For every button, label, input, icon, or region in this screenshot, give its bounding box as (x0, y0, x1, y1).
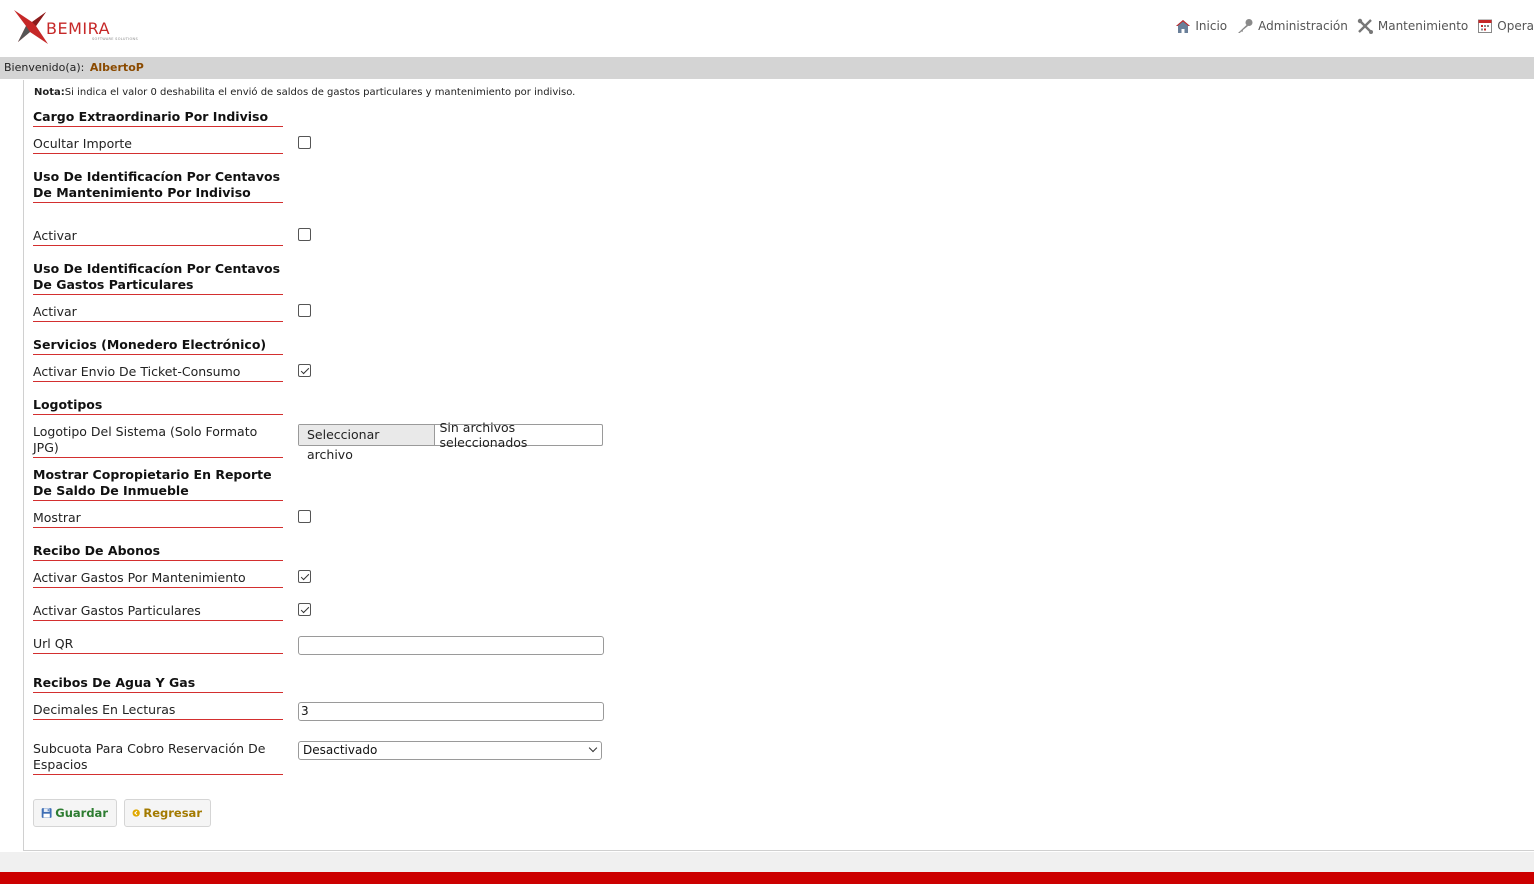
calendar-icon (1478, 19, 1493, 33)
url-qr-input[interactable] (298, 636, 604, 655)
servicios-heading: Servicios (Monedero Electrónico) (33, 337, 283, 355)
nav-mantenimiento[interactable]: Mantenimiento (1357, 18, 1468, 34)
copropietario-heading: Mostrar Copropietario En Reporte De Sald… (33, 467, 283, 501)
welcome-user: AlbertoP (89, 61, 144, 74)
cargo-extraordinario-heading: Cargo Extraordinario Por Indiviso (33, 109, 283, 127)
chevron-down-icon (588, 743, 598, 753)
floppy-disk-icon (41, 808, 52, 818)
mostrar-checkbox[interactable] (298, 510, 311, 523)
ticket-consumo-label: Activar Envio De Ticket-Consumo (33, 364, 283, 382)
note-text: Si indica el valor 0 deshabilita el envi… (64, 87, 576, 98)
subcuota-selected: Desactivado (303, 743, 378, 757)
uso-mantenimiento-activar-label: Activar (33, 228, 283, 246)
decimales-input[interactable]: 3 (298, 702, 604, 721)
note: Nota:Si indica el valor 0 deshabilita el… (34, 87, 575, 98)
gastos-mantenimiento-label: Activar Gastos Por Mantenimiento (33, 570, 283, 588)
file-status: Sin archivos seleccionados (439, 420, 528, 450)
nav-mantenimiento-label: Mantenimiento (1377, 19, 1469, 33)
ocultar-importe-checkbox[interactable] (298, 136, 311, 149)
welcome-bar: Bienvenido(a): AlbertoP (0, 57, 1534, 79)
uso-mantenimiento-activar-checkbox[interactable] (298, 228, 311, 241)
nav-administracion-label: Administración (1258, 19, 1348, 33)
gastos-mantenimiento-checkbox[interactable] (298, 570, 311, 583)
back-button[interactable]: Regresar (124, 799, 211, 827)
tools-icon (1357, 18, 1373, 34)
logotipo-file-input[interactable]: Seleccionar archivo Sin archivos selecci… (298, 420, 603, 462)
agua-gas-heading: Recibos De Agua Y Gas (33, 675, 283, 693)
gastos-particulares-checkbox[interactable] (298, 603, 311, 616)
gastos-particulares-label: Activar Gastos Particulares (33, 603, 283, 621)
save-button[interactable]: Guardar (33, 799, 117, 827)
save-button-label: Guardar (55, 806, 108, 820)
bemira-logo[interactable]: BEMIRA SOFTWARE SOLUTIONS (12, 6, 142, 48)
url-qr-label: Url QR (33, 636, 283, 654)
nav-administracion[interactable]: Administración (1236, 18, 1348, 34)
nav-opera[interactable]: Opera (1477, 18, 1534, 34)
uso-gastos-activar-label: Activar (33, 304, 283, 322)
bottom-strip (0, 852, 1534, 872)
subcuota-select[interactable]: Desactivado (298, 741, 602, 760)
uso-gastos-activar-checkbox[interactable] (298, 304, 311, 317)
logo-tagline: SOFTWARE SOLUTIONS (92, 37, 138, 41)
top-navigation: Inicio Administración Mantenimiento Oper… (1166, 16, 1534, 36)
back-arrow-icon (132, 809, 140, 817)
ticket-consumo-checkbox[interactable] (298, 364, 311, 377)
select-file-button[interactable]: Seleccionar archivo (299, 425, 435, 462)
header: BEMIRA SOFTWARE SOLUTIONS Inicio Adminis… (0, 0, 1534, 56)
decimales-label: Decimales En Lecturas (33, 702, 283, 720)
back-button-label: Regresar (143, 806, 202, 820)
logotipos-heading: Logotipos (33, 397, 283, 415)
note-label: Nota: (34, 87, 65, 98)
welcome-prefix: Bienvenido(a): (4, 61, 85, 74)
ocultar-importe-label: Ocultar Importe (33, 136, 283, 154)
uso-mantenimiento-heading: Uso De Identificacíon Por Centavos De Ma… (33, 169, 283, 203)
logotipo-sistema-label: Logotipo Del Sistema (Solo Formato JPG) (33, 424, 283, 458)
logo-text: BEMIRA (46, 19, 111, 38)
uso-gastos-heading: Uso De Identificacíon Por Centavos De Ga… (33, 261, 283, 295)
nav-inicio-label: Inicio (1195, 19, 1228, 33)
nav-opera-label: Opera (1497, 19, 1534, 33)
home-icon (1176, 19, 1191, 33)
recibo-abonos-heading: Recibo De Abonos (33, 543, 283, 561)
subcuota-label: Subcuota Para Cobro Reservación De Espac… (33, 741, 283, 775)
nav-inicio[interactable]: Inicio (1175, 19, 1227, 34)
key-icon (1238, 19, 1253, 33)
footer-bar (0, 872, 1534, 884)
mostrar-label: Mostrar (33, 510, 283, 528)
